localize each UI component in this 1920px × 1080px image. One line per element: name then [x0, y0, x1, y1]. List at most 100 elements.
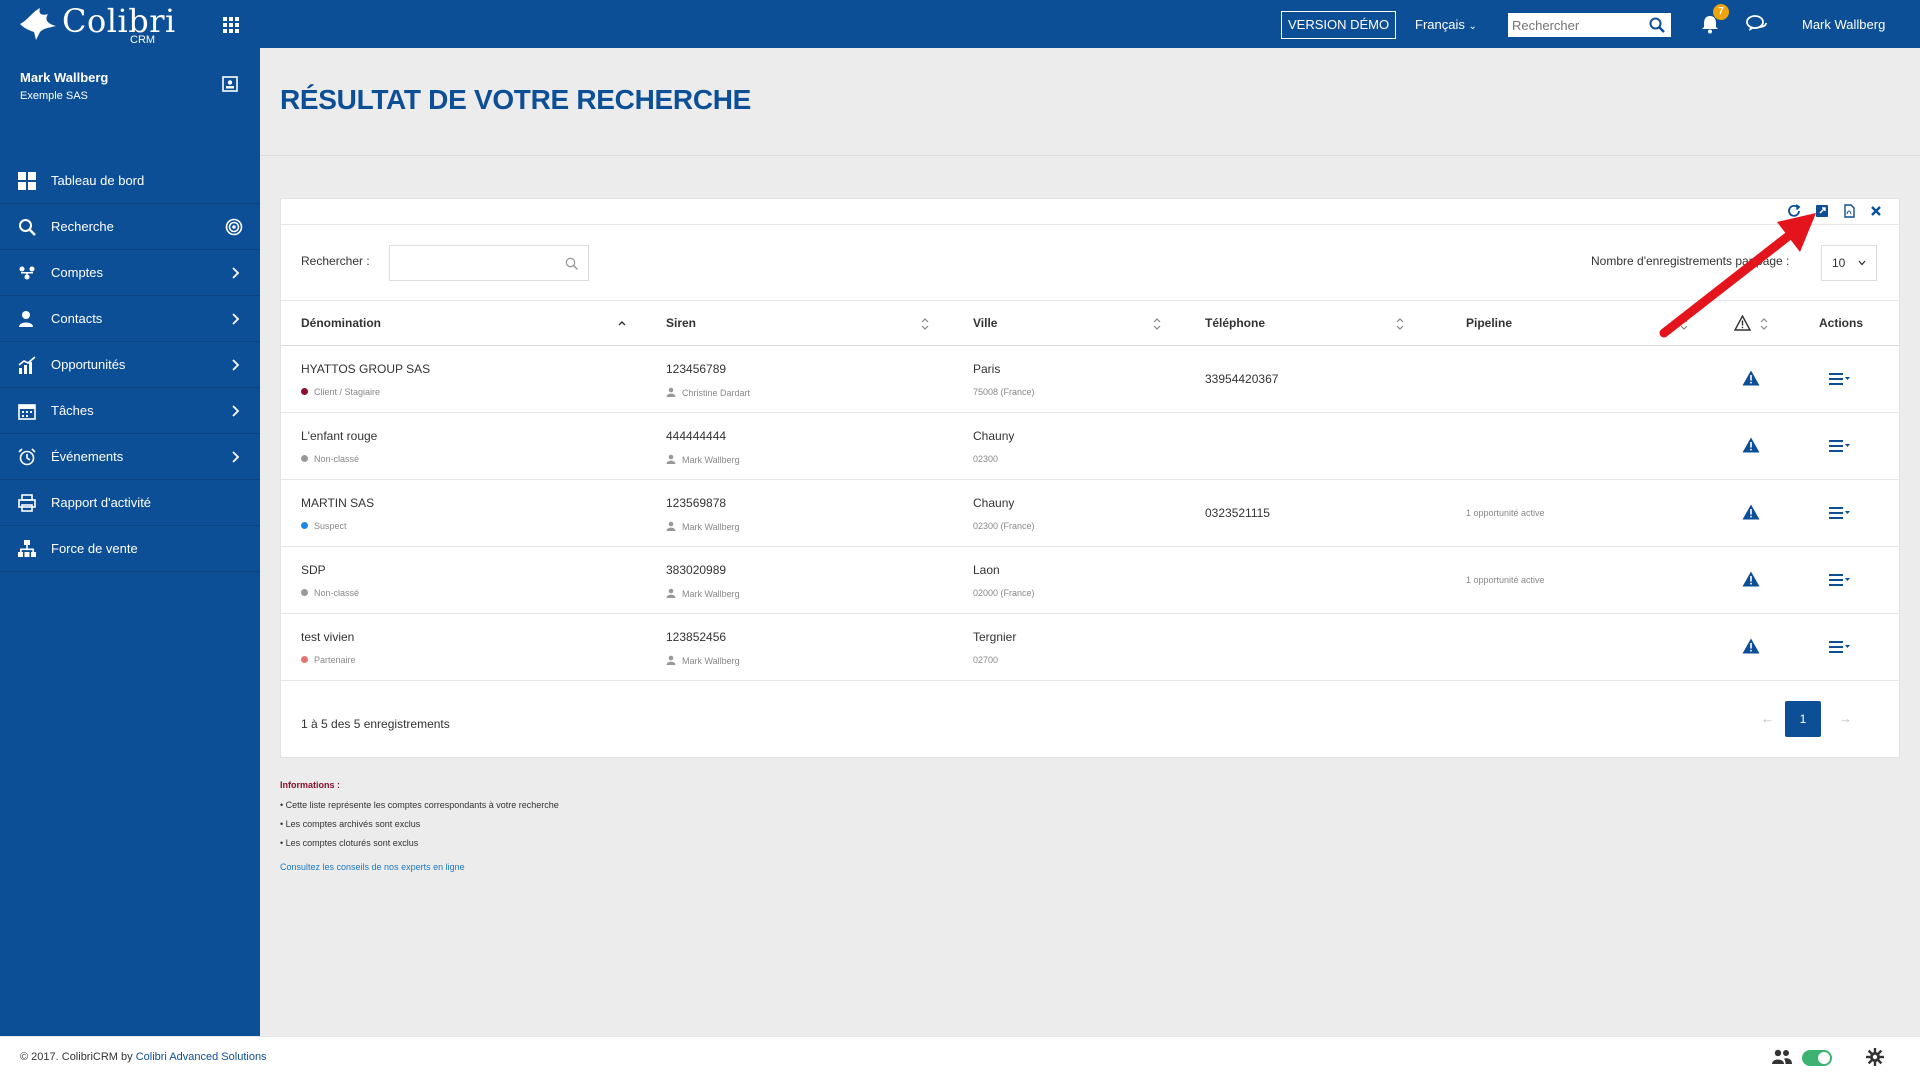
- profile-company: Exemple SAS: [20, 90, 88, 102]
- cell-denomination: HYATTOS GROUP SAS Client / Stagiaire: [281, 345, 646, 413]
- warning-icon[interactable]: [1742, 638, 1760, 654]
- account-name-link[interactable]: test vivien: [301, 630, 354, 644]
- pipeline-value: 1 opportunité active: [1466, 575, 1545, 585]
- actions-menu-icon[interactable]: [1829, 373, 1851, 385]
- warning-icon[interactable]: [1742, 437, 1760, 453]
- cell-city: Chauny 02300: [953, 412, 1185, 480]
- col-header-phone[interactable]: Téléphone: [1185, 300, 1446, 346]
- logo-text: Colibri: [62, 2, 176, 40]
- account-name-link[interactable]: MARTIN SAS: [301, 496, 374, 510]
- pagination-prev-arrow-icon[interactable]: ←: [1761, 711, 1775, 726]
- search-icon: [19, 219, 36, 236]
- account-name-link[interactable]: SDP: [301, 563, 326, 577]
- gear-icon[interactable]: [1866, 1048, 1884, 1066]
- profile-name[interactable]: Mark Wallberg: [20, 70, 108, 85]
- city-value: Chauny: [973, 496, 1015, 510]
- warning-icon[interactable]: [1742, 571, 1760, 587]
- pdf-icon[interactable]: [1842, 204, 1856, 218]
- siren-value: 123569878: [666, 496, 727, 510]
- cell-alert: [1720, 546, 1799, 614]
- cell-pipeline: 1 opportunité active: [1446, 546, 1720, 614]
- cell-denomination: MARTIN SAS Suspect: [281, 479, 646, 547]
- cell-pipeline: [1446, 345, 1720, 413]
- cell-city: Laon 02000 (France): [953, 546, 1185, 614]
- table-row[interactable]: MARTIN SAS Suspect 123569878 Mark Wallberg C…: [281, 479, 1899, 547]
- actions-menu-icon[interactable]: [1829, 574, 1851, 586]
- refresh-icon[interactable]: [1787, 204, 1801, 218]
- filter-label: Rechercher :: [301, 254, 370, 268]
- export-icon[interactable]: [1815, 204, 1829, 218]
- users-icon[interactable]: [1771, 1049, 1793, 1065]
- sidebar-item-search[interactable]: Recherche: [0, 204, 260, 250]
- contact-card-icon[interactable]: [222, 76, 238, 92]
- cell-city: Tergnier 02700: [953, 613, 1185, 681]
- col-header-denomination[interactable]: Dénomination: [281, 300, 646, 346]
- app-logo[interactable]: Colibri CRM: [18, 2, 175, 46]
- info-line: • Les comptes archivés sont exclus: [280, 819, 421, 829]
- siren-value: 123852456: [666, 630, 727, 644]
- sort-icon: [1396, 318, 1404, 330]
- sidebar-item-accounts[interactable]: Comptes: [0, 250, 260, 296]
- table-row[interactable]: test vivien Partenaire 123852456 Mark Wallb…: [281, 613, 1899, 681]
- account-name-link[interactable]: HYATTOS GROUP SAS: [301, 362, 430, 376]
- warning-icon[interactable]: [1742, 504, 1760, 520]
- target-icon[interactable]: [225, 218, 243, 236]
- sidebar-item-tasks[interactable]: Tâches: [0, 388, 260, 434]
- table-row[interactable]: L'enfant rouge Non-classé 444444444 Mark Wa…: [281, 412, 1899, 480]
- apps-grid-icon[interactable]: [223, 17, 239, 33]
- per-page-value: 10: [1832, 256, 1846, 270]
- cell-phone: [1185, 412, 1446, 480]
- status-toggle[interactable]: [1802, 1050, 1832, 1066]
- per-page-select[interactable]: 10: [1821, 245, 1877, 281]
- pagination-page-current[interactable]: 1: [1785, 701, 1821, 737]
- cell-siren: 123456789 Christine Dardart: [646, 345, 953, 413]
- sidebar-item-opportunities[interactable]: Opportunités: [0, 342, 260, 388]
- chat-icon[interactable]: [1746, 14, 1768, 34]
- owner-name: Mark Wallberg: [682, 656, 740, 666]
- owner-name: Mark Wallberg: [682, 455, 740, 465]
- table-body: HYATTOS GROUP SAS Client / Stagiaire 12345…: [281, 345, 1899, 681]
- global-search-input[interactable]: [1508, 13, 1643, 37]
- info-line: • Les comptes cloturés sont exclus: [280, 838, 419, 848]
- table-row[interactable]: HYATTOS GROUP SAS Client / Stagiaire 12345…: [281, 345, 1899, 413]
- account-owner: Mark Wallberg: [666, 521, 740, 532]
- info-title: Informations :: [280, 780, 340, 790]
- col-header-alert[interactable]: [1720, 300, 1799, 346]
- language-selector[interactable]: Français ⌄: [1415, 17, 1477, 32]
- col-header-pipeline[interactable]: Pipeline: [1446, 300, 1720, 346]
- col-header-city[interactable]: Ville: [953, 300, 1185, 346]
- demo-version-button[interactable]: VERSION DÉMO: [1281, 11, 1397, 39]
- account-name-link[interactable]: L'enfant rouge: [301, 429, 377, 443]
- chevron-right-icon: [232, 313, 240, 325]
- sidebar-item-activity-report[interactable]: Rapport d'activité: [0, 480, 260, 526]
- experts-link[interactable]: Consultez les conseils de nos experts en…: [280, 862, 559, 872]
- sidebar-item-dashboard[interactable]: Tableau de bord: [0, 158, 260, 204]
- filter-search-input[interactable]: [390, 246, 550, 280]
- language-label: Français: [1415, 17, 1465, 32]
- copyright-brand-link[interactable]: Colibri Advanced Solutions: [136, 1051, 267, 1063]
- footer: © 2017. ColibriCRM by Colibri Advanced S…: [0, 1036, 1920, 1080]
- actions-menu-icon[interactable]: [1829, 507, 1851, 519]
- account-status: Partenaire: [301, 655, 356, 665]
- sidebar-item-sales-force[interactable]: Force de vente: [0, 526, 260, 572]
- city-value: Chauny: [973, 429, 1015, 443]
- status-label: Non-classé: [314, 454, 360, 464]
- person-icon: [666, 387, 676, 397]
- close-icon[interactable]: [1869, 204, 1883, 218]
- page-title: RÉSULTAT DE VOTRE RECHERCHE: [280, 84, 752, 115]
- sidebar-item-events[interactable]: Événements: [0, 434, 260, 480]
- search-icon[interactable]: [1649, 17, 1665, 33]
- actions-menu-icon[interactable]: [1829, 440, 1851, 452]
- records-summary: 1 à 5 des 5 enregistrements: [301, 717, 450, 731]
- postal-code: 75008 (France): [973, 387, 1035, 397]
- warning-icon[interactable]: [1742, 370, 1760, 386]
- column-label: Téléphone: [1205, 316, 1266, 330]
- cell-city: Chauny 02300 (France): [953, 479, 1185, 547]
- actions-menu-icon[interactable]: [1829, 641, 1851, 653]
- pagination-next-arrow-icon[interactable]: →: [1839, 711, 1853, 726]
- table-row[interactable]: SDP Non-classé 383020989 Mark Wallberg Laon 0…: [281, 546, 1899, 614]
- sidebar-item-contacts[interactable]: Contacts: [0, 296, 260, 342]
- user-menu[interactable]: Mark Wallberg: [1802, 17, 1885, 32]
- col-header-siren[interactable]: Siren: [646, 300, 953, 346]
- printer-icon: [18, 494, 36, 512]
